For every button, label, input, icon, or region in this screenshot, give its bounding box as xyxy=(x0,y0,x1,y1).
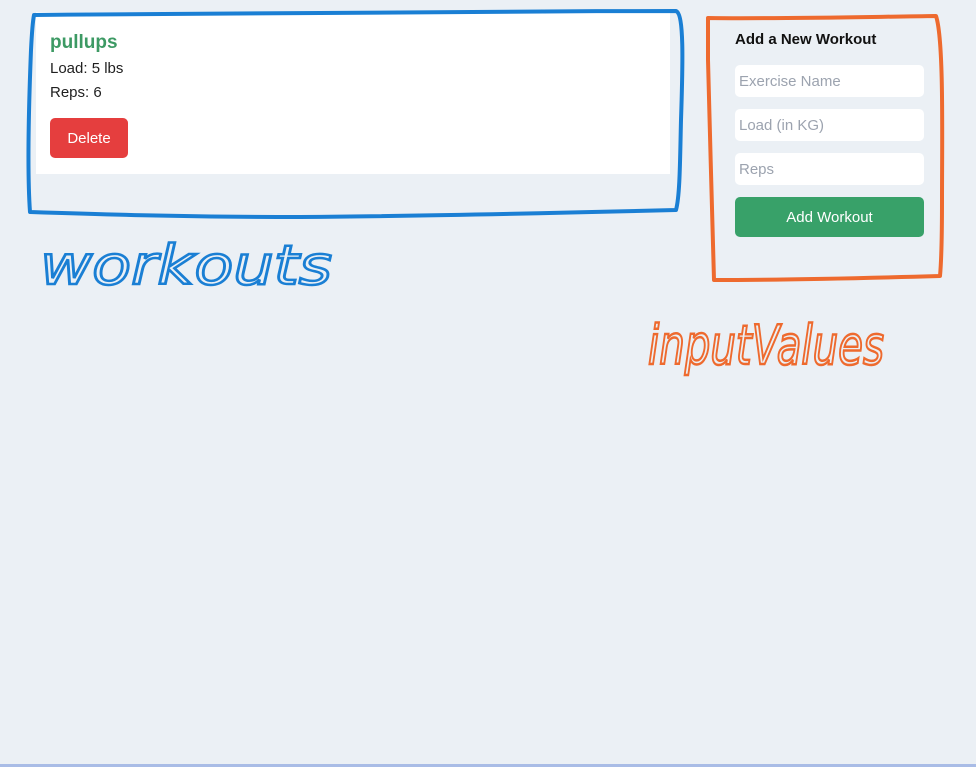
workout-card: pullups Load: 5 lbs Reps: 6 xyxy=(50,32,123,102)
workout-reps: Reps: 6 xyxy=(50,84,102,101)
inputs-annotation-label: inputValues xyxy=(648,314,884,377)
form-title: Add a New Workout xyxy=(735,31,877,48)
workout-title: pullups xyxy=(50,32,118,53)
workouts-panel: pullups Load: 5 lbs Reps: 6 Delete xyxy=(36,12,670,174)
add-workout-form: Add a New Workout Add Workout xyxy=(735,28,924,237)
exercise-name-input[interactable] xyxy=(735,65,924,97)
delete-button[interactable]: Delete xyxy=(50,118,128,158)
add-workout-button[interactable]: Add Workout xyxy=(735,197,924,237)
workouts-annotation-label: workouts xyxy=(40,234,332,297)
reps-input[interactable] xyxy=(735,153,924,185)
workout-load: Load: 5 lbs xyxy=(50,60,124,77)
load-input[interactable] xyxy=(735,109,924,141)
